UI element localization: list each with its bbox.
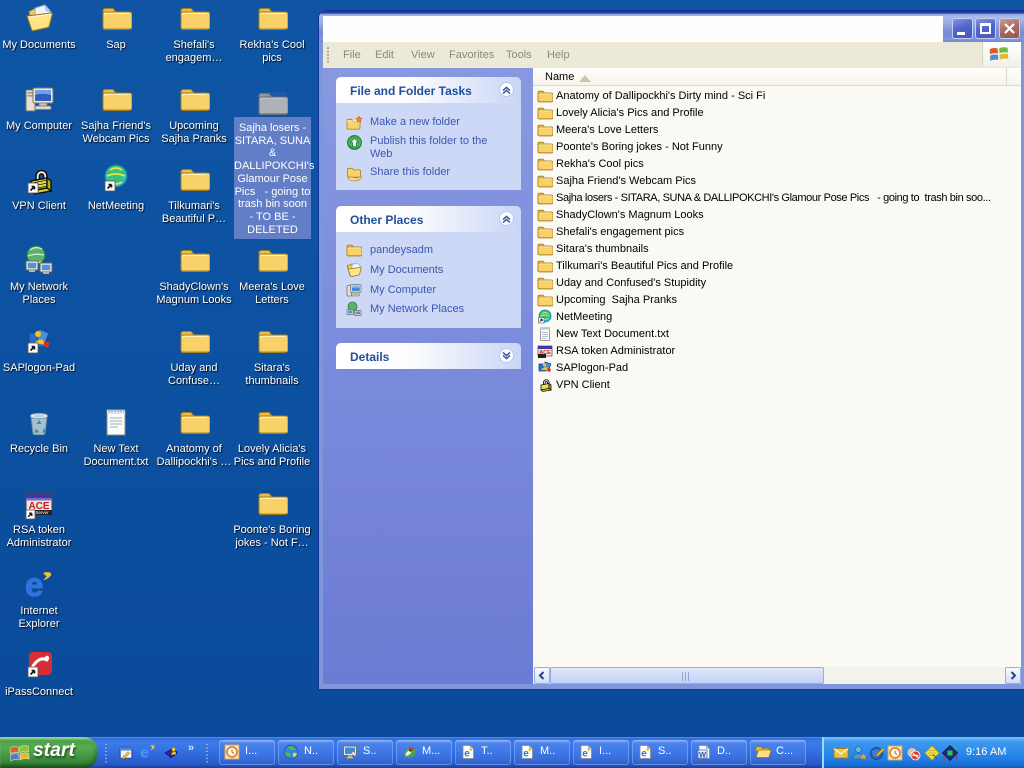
svg-text:Server: Server: [35, 510, 49, 515]
svg-text:e: e: [641, 749, 647, 760]
svg-text:e: e: [582, 749, 588, 760]
svg-text:e: e: [464, 749, 470, 760]
svg-text:e: e: [140, 745, 149, 761]
svg-text:e: e: [25, 568, 43, 600]
svg-text:W: W: [699, 750, 707, 759]
svg-text:e: e: [523, 749, 529, 760]
